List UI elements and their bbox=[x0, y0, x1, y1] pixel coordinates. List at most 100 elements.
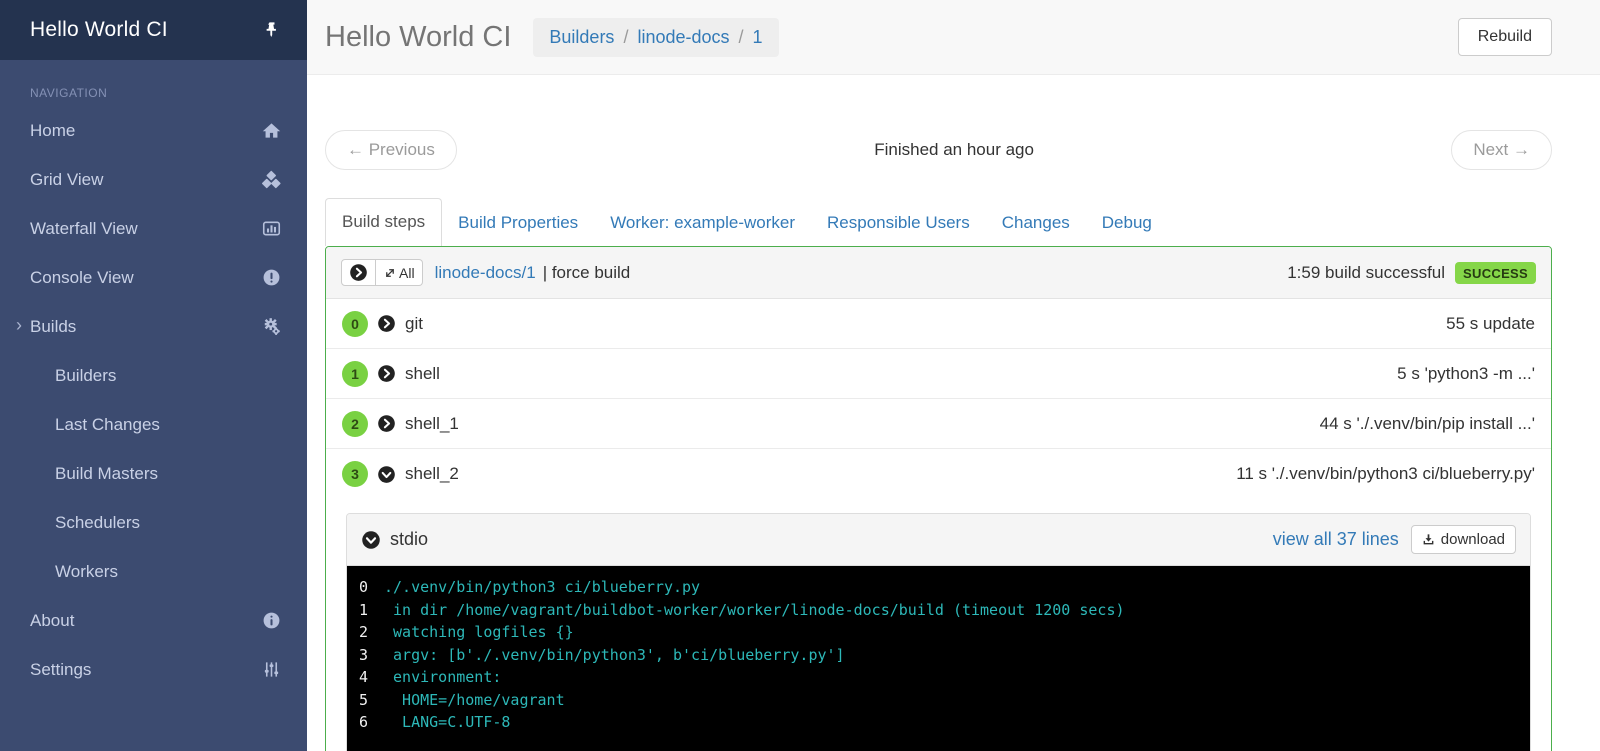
log-line: 2 watching logfiles {} bbox=[359, 621, 1518, 644]
chevron-circle-down-icon[interactable] bbox=[361, 530, 381, 550]
sidebar-item-workers[interactable]: › Workers bbox=[0, 547, 307, 596]
breadcrumb-item-1[interactable]: 1 bbox=[730, 27, 763, 48]
step-info: 1 shell bbox=[342, 360, 440, 387]
sidebar-item-last-changes[interactable]: › Last Changes bbox=[0, 400, 307, 449]
log-line: 1 in dir /home/vagrant/buildbot-worker/w… bbox=[359, 599, 1518, 622]
tab-build-steps[interactable]: Build steps bbox=[325, 198, 443, 246]
build-pager: ← Previous Finished an hour ago Next → bbox=[325, 130, 1552, 170]
step-info: 0 git bbox=[342, 310, 423, 337]
build-step-row[interactable]: 0 git 55 s update bbox=[326, 299, 1551, 349]
build-step-list: 0 git 55 s update 1 shell 5 s 'python3 -… bbox=[326, 299, 1551, 499]
tab-worker-example-worker[interactable]: Worker: example-worker bbox=[594, 200, 811, 246]
sidebar-item-label: Settings bbox=[30, 659, 92, 679]
step-chevron-circle-icon[interactable] bbox=[377, 314, 396, 333]
sidebar-item-home[interactable]: › Home bbox=[0, 106, 307, 155]
nav-item-icon bbox=[262, 170, 281, 189]
sidebar-item-builds[interactable]: › Builds bbox=[0, 302, 307, 351]
log-line-number: 4 bbox=[359, 668, 369, 686]
log-line-text: argv: [b'./.venv/bin/python3', b'ci/blue… bbox=[384, 645, 845, 664]
expand-button-group: All bbox=[341, 259, 423, 286]
build-step-row[interactable]: 3 shell_2 11 s './.venv/bin/python3 ci/b… bbox=[326, 449, 1551, 499]
stdio-terminal-output[interactable]: 0 ./.venv/bin/python3 ci/blueberry.py 1 in… bbox=[347, 566, 1530, 751]
view-all-lines-link[interactable]: view all 37 lines bbox=[1273, 529, 1399, 550]
expand-caret-icon: › bbox=[16, 314, 22, 335]
step-number-badge: 2 bbox=[342, 410, 368, 437]
build-link[interactable]: linode-docs/1 bbox=[435, 263, 536, 283]
sidebar-item-about[interactable]: › About bbox=[0, 596, 307, 645]
tab-responsible-users[interactable]: Responsible Users bbox=[811, 200, 986, 246]
page-title: Hello World CI bbox=[325, 20, 512, 53]
chevron-circle-right-icon bbox=[349, 263, 368, 282]
sidebar-item-build-masters[interactable]: › Build Masters bbox=[0, 449, 307, 498]
sidebar-item-grid-view[interactable]: › Grid View bbox=[0, 155, 307, 204]
sidebar-nav: NAVIGATION › Home › Grid View › Waterfal… bbox=[0, 60, 307, 694]
breadcrumb-item-linode-docs[interactable]: linode-docs bbox=[614, 27, 729, 48]
next-build-button[interactable]: Next → bbox=[1451, 130, 1552, 170]
main-area: Hello World CI Builderslinode-docs1 Rebu… bbox=[307, 0, 1600, 751]
download-icon bbox=[1422, 533, 1435, 546]
step-duration-detail: 5 s 'python3 -m ...' bbox=[1397, 363, 1535, 383]
thumbtack-icon[interactable] bbox=[263, 21, 281, 39]
nav-item-icon bbox=[262, 660, 281, 679]
sidebar-item-label: Schedulers bbox=[55, 512, 141, 532]
previous-build-button[interactable]: ← Previous bbox=[325, 130, 457, 170]
log-line-number: 6 bbox=[359, 713, 369, 731]
step-name: git bbox=[405, 313, 423, 333]
sidebar-item-schedulers[interactable]: › Schedulers bbox=[0, 498, 307, 547]
sidebar: Hello World CI NAVIGATION › Home › Grid … bbox=[0, 0, 307, 751]
nav-section-label: NAVIGATION bbox=[30, 86, 108, 100]
stdio-title: stdio bbox=[390, 529, 429, 549]
sidebar-nav-list: › Home › Grid View › Waterfall View › Co… bbox=[0, 106, 307, 694]
sidebar-item-label: Home bbox=[30, 120, 76, 140]
breadcrumb-item-builders[interactable]: Builders bbox=[549, 27, 614, 48]
sidebar-item-waterfall-view[interactable]: › Waterfall View bbox=[0, 204, 307, 253]
download-label: download bbox=[1440, 531, 1505, 548]
content: ← Previous Finished an hour ago Next → B… bbox=[307, 75, 1600, 751]
step-duration-detail: 11 s './.venv/bin/python3 ci/blueberry.p… bbox=[1236, 464, 1535, 483]
build-reason: | force build bbox=[542, 262, 631, 282]
breadcrumb: Builderslinode-docs1 bbox=[533, 17, 779, 57]
sidebar-item-label: Builds bbox=[30, 316, 77, 336]
build-steps-panel: All linode-docs/1 | force build 1:59 bui… bbox=[325, 246, 1552, 751]
expand-all-label: All bbox=[399, 264, 415, 281]
sidebar-item-label: Waterfall View bbox=[30, 218, 138, 238]
stdio-header: stdio view all 37 lines download bbox=[347, 514, 1530, 566]
sidebar-item-label: Console View bbox=[30, 267, 134, 287]
step-number-badge: 0 bbox=[342, 310, 368, 337]
log-line-text: HOME=/home/vagrant bbox=[384, 690, 565, 709]
step-chevron-circle-icon[interactable] bbox=[377, 364, 396, 383]
toggle-steps-button[interactable] bbox=[341, 259, 376, 286]
tab-debug[interactable]: Debug bbox=[1086, 200, 1168, 246]
sidebar-item-label: Build Masters bbox=[55, 463, 158, 483]
sidebar-item-label: Builders bbox=[55, 365, 117, 385]
log-line-text: environment: bbox=[384, 668, 502, 686]
rebuild-button[interactable]: Rebuild bbox=[1457, 18, 1552, 56]
build-result-summary: 1:59 build successful SUCCESS bbox=[1287, 261, 1536, 284]
log-line: 5 HOME=/home/vagrant bbox=[359, 689, 1518, 712]
log-line-number: 5 bbox=[359, 690, 369, 709]
sidebar-item-builders[interactable]: › Builders bbox=[0, 351, 307, 400]
step-chevron-circle-icon[interactable] bbox=[377, 465, 396, 484]
step-info: 3 shell_2 bbox=[342, 461, 459, 487]
build-step-row[interactable]: 2 shell_1 44 s './.venv/bin/pip install … bbox=[326, 399, 1551, 449]
step-chevron-circle-icon[interactable] bbox=[377, 414, 396, 433]
expand-all-button[interactable]: All bbox=[376, 259, 423, 286]
log-line-number: 0 bbox=[359, 578, 369, 596]
sidebar-item-console-view[interactable]: › Console View bbox=[0, 253, 307, 302]
tab-build-properties[interactable]: Build Properties bbox=[442, 200, 594, 246]
log-line: 6 LANG=C.UTF-8 bbox=[359, 711, 1518, 734]
log-line-text: LANG=C.UTF-8 bbox=[384, 713, 511, 731]
download-button[interactable]: download bbox=[1410, 525, 1516, 554]
step-name: shell bbox=[405, 363, 440, 383]
sidebar-item-label: About bbox=[30, 610, 75, 630]
step-duration-detail: 44 s './.venv/bin/pip install ...' bbox=[1319, 413, 1535, 433]
tab-changes[interactable]: Changes bbox=[986, 200, 1086, 246]
log-line: 3 argv: [b'./.venv/bin/python3', b'ci/bl… bbox=[359, 644, 1518, 667]
sidebar-item-settings[interactable]: › Settings bbox=[0, 645, 307, 694]
app-window: Hello World CI NAVIGATION › Home › Grid … bbox=[0, 0, 1600, 751]
stdio-actions: view all 37 lines download bbox=[1273, 525, 1516, 554]
build-finished-status: Finished an hour ago bbox=[874, 140, 1034, 159]
log-line-number: 1 bbox=[359, 600, 369, 619]
nav-item-icon bbox=[262, 219, 281, 238]
build-step-row[interactable]: 1 shell 5 s 'python3 -m ...' bbox=[326, 349, 1551, 399]
